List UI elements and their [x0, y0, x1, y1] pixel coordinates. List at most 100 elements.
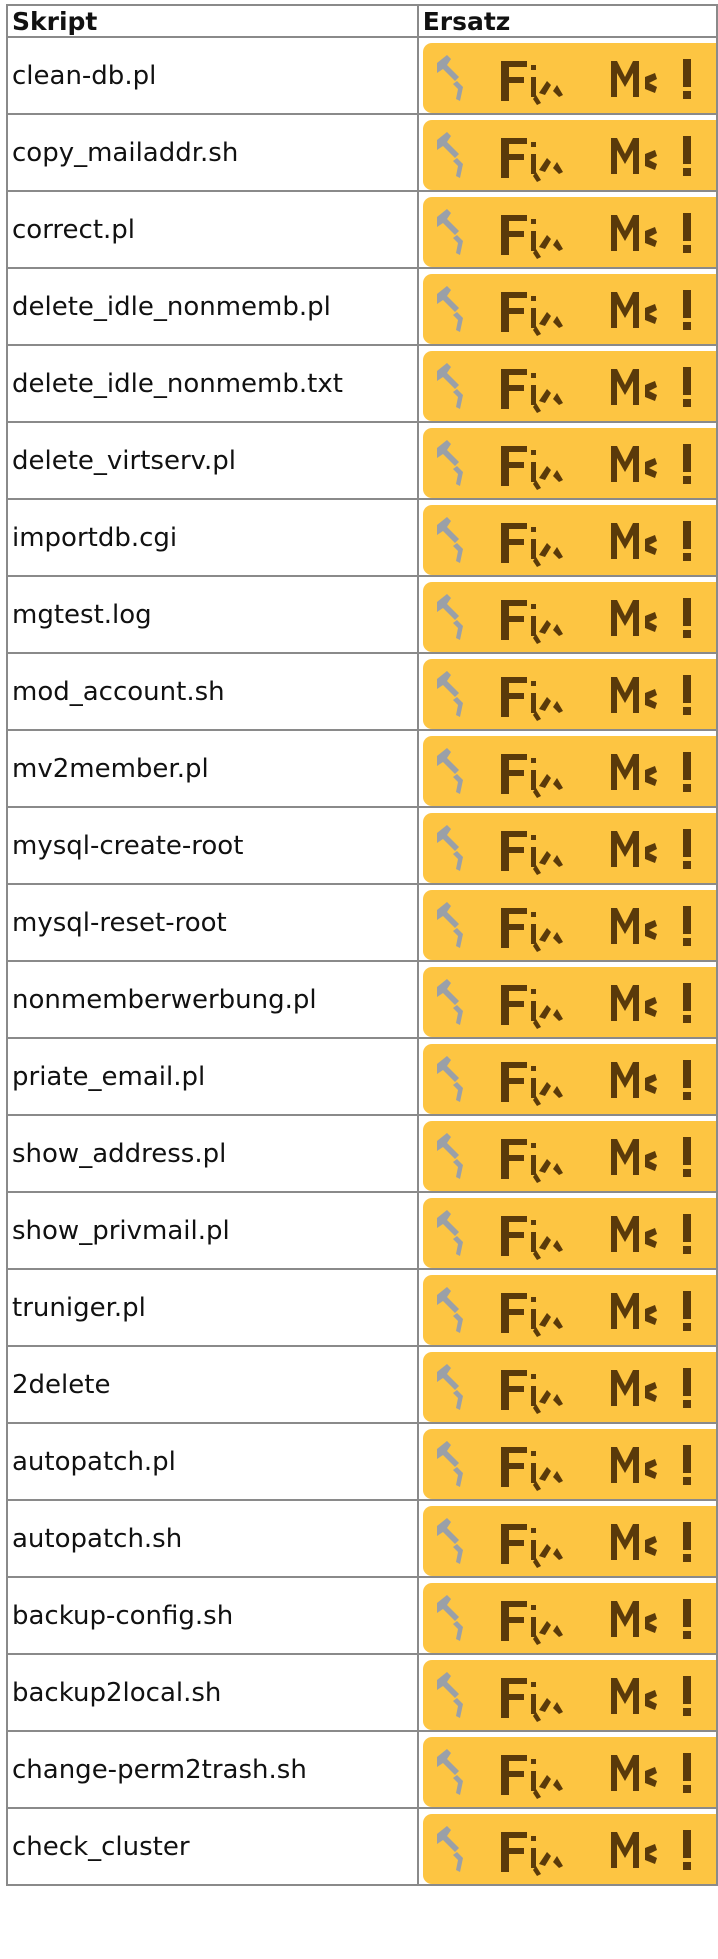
fix-me-icon [422, 197, 715, 266]
fix-me-icon [422, 1660, 715, 1729]
fix-me-icon [422, 351, 715, 420]
fix-me-icon [422, 1198, 715, 1267]
replacement-cell [416, 1422, 718, 1501]
fix-me-icon [422, 1429, 715, 1498]
fixme-glyph-art [436, 825, 691, 875]
replacement-cell [416, 421, 718, 500]
table-row: 2delete [6, 1345, 718, 1424]
replacement-cell [416, 1653, 718, 1732]
fix-me-icon [422, 1352, 715, 1421]
fixme-glyph-art [436, 1749, 691, 1799]
fixme-glyph-art [436, 594, 691, 644]
script-name: delete_virtserv.pl [6, 421, 419, 500]
fix-me-icon [422, 1583, 715, 1652]
script-name: copy_mailaddr.sh [6, 113, 419, 192]
script-name: mgtest.log [6, 575, 419, 654]
fixme-glyph-art [436, 55, 691, 105]
fixme-glyph-art [436, 132, 691, 182]
table-body: clean-db.pl copy_mailaddr.sh correct.pl … [6, 36, 718, 1886]
fix-me-icon [422, 1275, 715, 1344]
fix-me-icon [422, 1506, 715, 1575]
replacement-cell [416, 1730, 718, 1809]
replacement-cell [416, 883, 718, 962]
replacement-cell [416, 960, 718, 1039]
script-name: backup2local.sh [6, 1653, 419, 1732]
table-row: importdb.cgi [6, 498, 718, 577]
script-name: delete_idle_nonmemb.pl [6, 267, 419, 346]
replacement-cell [416, 729, 718, 808]
table-row: show_privmail.pl [6, 1191, 718, 1270]
fix-me-icon [422, 1044, 715, 1113]
replacement-cell [416, 1345, 718, 1424]
table-row: delete_idle_nonmemb.txt [6, 344, 718, 423]
fix-me-icon [422, 967, 715, 1036]
table-row: backup2local.sh [6, 1653, 718, 1732]
replacement-cell [416, 190, 718, 269]
fixme-glyph-art [436, 671, 691, 721]
replacement-cell [416, 652, 718, 731]
replacement-cell [416, 1576, 718, 1655]
script-name: autopatch.sh [6, 1499, 419, 1578]
fix-me-icon [422, 890, 715, 959]
replacement-cell [416, 113, 718, 192]
script-name: mysql-reset-root [6, 883, 419, 962]
replacement-cell [416, 1114, 718, 1193]
header-replacement: Ersatz [416, 4, 718, 38]
fix-me-icon [422, 659, 715, 728]
table-row: mod_account.sh [6, 652, 718, 731]
fixme-glyph-art [436, 517, 691, 567]
replacement-cell [416, 1037, 718, 1116]
script-name: change-perm2trash.sh [6, 1730, 419, 1809]
table-row: correct.pl [6, 190, 718, 269]
fix-me-icon [422, 1121, 715, 1190]
script-name: check_cluster [6, 1807, 419, 1886]
replacement-cell [416, 806, 718, 885]
script-name: truniger.pl [6, 1268, 419, 1347]
table-row: delete_idle_nonmemb.pl [6, 267, 718, 346]
replacement-cell [416, 36, 718, 115]
fixme-glyph-art [436, 1595, 691, 1645]
script-name: 2delete [6, 1345, 419, 1424]
fixme-glyph-art [436, 1133, 691, 1183]
table-row: mv2member.pl [6, 729, 718, 808]
replacement-cell [416, 1191, 718, 1270]
replacement-cell [416, 1499, 718, 1578]
table-row: autopatch.pl [6, 1422, 718, 1501]
table-row: delete_virtserv.pl [6, 421, 718, 500]
table-row: mgtest.log [6, 575, 718, 654]
fix-me-icon [422, 428, 715, 497]
fix-me-icon [422, 1737, 715, 1806]
script-name: show_address.pl [6, 1114, 419, 1193]
scripts-table: Skript Ersatz clean-db.pl copy_mailaddr.… [6, 4, 718, 1886]
fix-me-icon [422, 120, 715, 189]
fixme-glyph-art [436, 363, 691, 413]
replacement-cell [416, 575, 718, 654]
fixme-glyph-art [436, 209, 691, 259]
table-row: autopatch.sh [6, 1499, 718, 1578]
replacement-cell [416, 1807, 718, 1886]
table-row: copy_mailaddr.sh [6, 113, 718, 192]
fixme-glyph-art [436, 1364, 691, 1414]
fixme-glyph-art [436, 1826, 691, 1876]
table-row: mysql-create-root [6, 806, 718, 885]
script-name: autopatch.pl [6, 1422, 419, 1501]
header-script: Skript [6, 4, 419, 38]
table-row: mysql-reset-root [6, 883, 718, 962]
table-row: show_address.pl [6, 1114, 718, 1193]
replacement-cell [416, 1268, 718, 1347]
fixme-glyph-art [436, 286, 691, 336]
fix-me-icon [422, 274, 715, 343]
fixme-glyph-art [436, 1441, 691, 1491]
fixme-glyph-art [436, 1210, 691, 1260]
table-row: change-perm2trash.sh [6, 1730, 718, 1809]
replacement-cell [416, 344, 718, 423]
table-row: backup-config.sh [6, 1576, 718, 1655]
script-name: clean-db.pl [6, 36, 419, 115]
fixme-glyph-art [436, 1287, 691, 1337]
replacement-cell [416, 267, 718, 346]
script-name: backup-config.sh [6, 1576, 419, 1655]
fix-me-icon [422, 505, 715, 574]
replacement-cell [416, 498, 718, 577]
script-name: mv2member.pl [6, 729, 419, 808]
fix-me-icon [422, 813, 715, 882]
